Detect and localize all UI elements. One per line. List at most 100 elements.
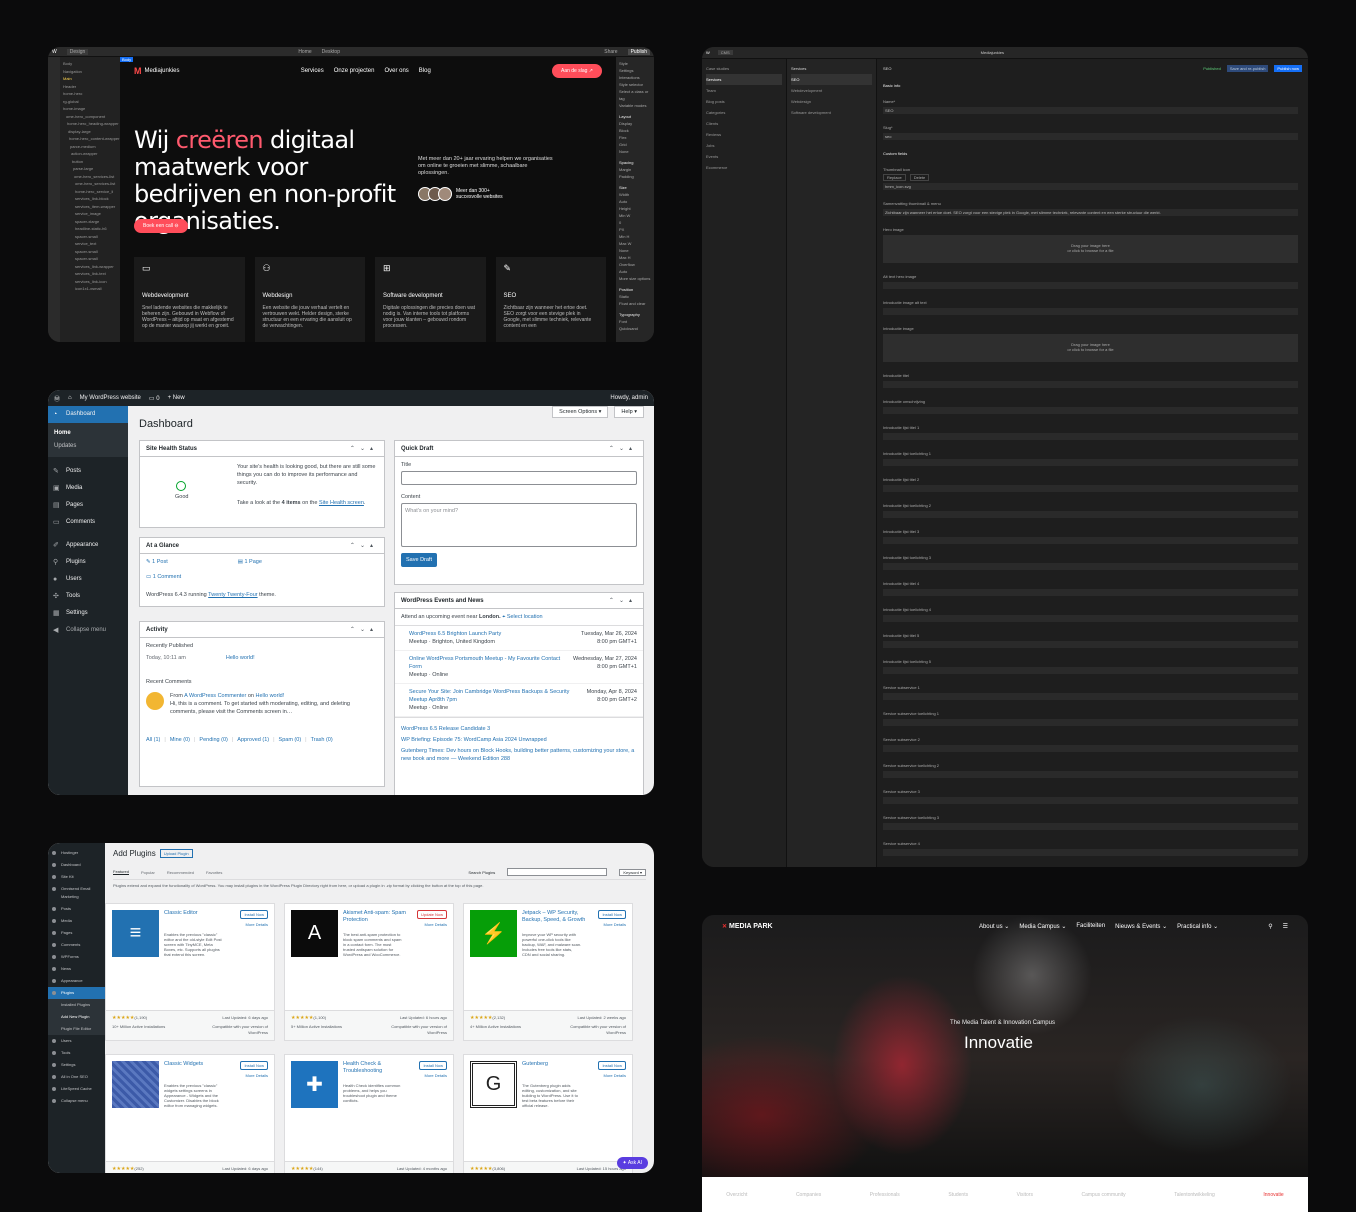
site-health-link[interactable]: Site Health screen [319, 500, 364, 506]
comment-filter-link[interactable]: Pending (0) [199, 736, 227, 744]
service-item[interactable]: Software development [791, 107, 872, 118]
install-now-button[interactable]: Install Now [598, 1061, 626, 1070]
navigator-item[interactable]: services_link-block [63, 195, 117, 203]
service-card[interactable]: ▭ Webdevelopment Snel ladende websites die… [134, 257, 245, 342]
menu-settings[interactable]: ▦ Settings [48, 605, 128, 622]
navigator-item[interactable]: home-image [63, 105, 117, 113]
search-icon[interactable]: ⚲ [1268, 923, 1272, 930]
navigator-item[interactable]: ome-hero_services-list [63, 173, 117, 181]
navigator-item[interactable]: home-hero [63, 90, 117, 98]
more-details-link[interactable]: More Details [246, 922, 268, 927]
mp-subnav-tab[interactable]: Students [948, 1192, 968, 1198]
service-card[interactable]: ⊞ Software development Digitale oplossinge… [375, 257, 486, 342]
navigator-item[interactable]: services_link-wrapper [63, 263, 117, 271]
navigator-item[interactable]: services_item-wrapper [63, 203, 117, 211]
plugin-tab[interactable]: Recommended [167, 870, 194, 875]
jetpack-icon[interactable]: ⚡ [470, 910, 517, 957]
field-input[interactable] [883, 511, 1298, 518]
sidebar-item[interactable]: Add New Plugin [48, 1011, 105, 1023]
comment-filter-link[interactable]: Mine (0) [170, 736, 190, 744]
field-input[interactable] [883, 407, 1298, 414]
field-input[interactable] [883, 433, 1298, 440]
mp-subnav-tab[interactable]: Visitors [1017, 1192, 1033, 1198]
widget-controls-icon[interactable]: ⌃⌄▴ [350, 626, 378, 634]
style-panel-item[interactable]: Settings [619, 67, 651, 74]
navigator-item[interactable]: action-wrapper [63, 150, 117, 158]
sidebar-item[interactable]: Plugins [48, 987, 105, 999]
sidebar-item[interactable]: Site Kit [48, 871, 105, 883]
sidebar-item[interactable]: Posts [48, 903, 105, 915]
health-check-icon[interactable]: ✚ [291, 1061, 338, 1108]
comment-filter-link[interactable]: Approved (1) [237, 736, 269, 744]
sidebar-item[interactable]: Media [48, 915, 105, 927]
navigator-item[interactable]: home-hero_service_li [63, 188, 117, 196]
more-details-link[interactable]: More Details [425, 922, 447, 927]
sidebar-item[interactable]: Installed Plugins [48, 999, 105, 1011]
image-dropzone[interactable]: Drag your image here or click to browse f… [883, 235, 1298, 263]
sidebar-item[interactable]: Collapse menu [48, 1095, 105, 1107]
field-input[interactable] [883, 693, 1298, 700]
save-draft-button[interactable]: Save Draft [401, 553, 437, 567]
widget-controls-icon[interactable]: ⌃⌄▴ [350, 542, 378, 550]
design-canvas[interactable]: Body M Mediajunkies Services Onze project… [120, 57, 616, 342]
collection-item[interactable]: Team [706, 85, 782, 96]
sidebar-item[interactable]: Users [48, 1035, 105, 1047]
upload-plugin-button[interactable]: Upload Plugin [159, 849, 193, 858]
plugin-tab[interactable]: Popular [141, 870, 155, 875]
navigator-item[interactable]: icon1x1-xsmall [63, 285, 117, 293]
sidebar-item[interactable]: LiteSpeed Cache [48, 1083, 105, 1095]
service-card[interactable]: ⚇ Webdesign Een website die jouw verhaal v… [254, 257, 365, 342]
menu-users[interactable]: ● Users [48, 571, 128, 588]
mp-subnav-tab[interactable]: Companies [796, 1192, 821, 1198]
sidebar-item[interactable]: Dashboard [48, 859, 105, 871]
field-value[interactable]: hmm_icon.svg [883, 183, 1298, 190]
glance-posts[interactable]: ✎ 1 Post [146, 558, 168, 566]
field-input[interactable] [883, 797, 1298, 804]
install-now-button[interactable]: Install Now [240, 910, 268, 919]
install-now-button[interactable]: Update Now [416, 910, 447, 919]
navigator-item[interactable]: Header [63, 83, 117, 91]
gutenberg-icon[interactable]: G [470, 1061, 517, 1108]
menu-collapse[interactable]: ◀ Collapse menu [48, 622, 128, 639]
mp-subnav-tab[interactable]: Professionals [870, 1192, 900, 1198]
search-type-select[interactable]: Keyword ▾ [619, 868, 646, 876]
navigator-item[interactable]: spacer-small [63, 233, 117, 241]
navigator-item[interactable]: service_text [63, 240, 117, 248]
site-nav-link[interactable]: Blog [419, 68, 431, 74]
draft-title-input[interactable] [401, 471, 637, 485]
field-input[interactable] [883, 823, 1298, 830]
draft-content-textarea[interactable]: What's on your mind? [401, 503, 637, 547]
share-button[interactable]: Share [604, 49, 617, 55]
site-nav-link[interactable]: Services [301, 68, 324, 74]
plugin-tab[interactable]: Featured [113, 869, 130, 875]
mp-nav-link[interactable]: About us ⌄ [979, 923, 1009, 930]
replace-button[interactable]: Replace [883, 174, 906, 181]
field-input[interactable] [883, 282, 1298, 289]
style-panel-item[interactable]: Interactions [619, 74, 651, 81]
site-nav-link[interactable]: Over ons [384, 68, 408, 74]
commenter-link[interactable]: A WordPress Commenter [184, 693, 246, 699]
theme-link[interactable]: Twenty Twenty-Four [208, 592, 257, 598]
sidebar-item[interactable]: Omnisend Email Marketing [48, 883, 105, 903]
wordpress-logo-icon[interactable]: Ⓦ [54, 394, 60, 403]
help-button[interactable]: Help ▾ [614, 406, 644, 418]
more-details-link[interactable]: More Details [425, 1073, 447, 1078]
sidebar-item[interactable]: Hostinger [48, 847, 105, 859]
more-details-link[interactable]: More Details [604, 1073, 626, 1078]
navigator-item[interactable]: Main [63, 75, 117, 83]
menu-appearance[interactable]: ✐ Appearance [48, 537, 128, 554]
navigator-item[interactable]: parse-large [63, 165, 117, 173]
sidebar-item[interactable]: All in One SEO [48, 1071, 105, 1083]
collection-item[interactable]: Jobs [706, 140, 782, 151]
cta-button[interactable]: Aan de slag ↗ [551, 64, 602, 78]
news-link[interactable]: Gutenberg Times: Dev hours on Block Hook… [401, 747, 637, 763]
akismet-icon[interactable]: A [291, 910, 338, 957]
field-input[interactable] [883, 849, 1298, 856]
menu-tools[interactable]: ✣ Tools [48, 588, 128, 605]
menu-posts[interactable]: ✎ Posts [48, 463, 128, 480]
device-selector[interactable]: Desktop [322, 49, 340, 55]
field-input[interactable] [883, 719, 1298, 726]
plugin-name-link[interactable]: Jetpack – WP Security, Backup, Speed, & … [522, 910, 592, 924]
select-location-link[interactable]: ⌖ Select location [502, 614, 542, 620]
sidebar-item[interactable]: Comments [48, 939, 105, 951]
